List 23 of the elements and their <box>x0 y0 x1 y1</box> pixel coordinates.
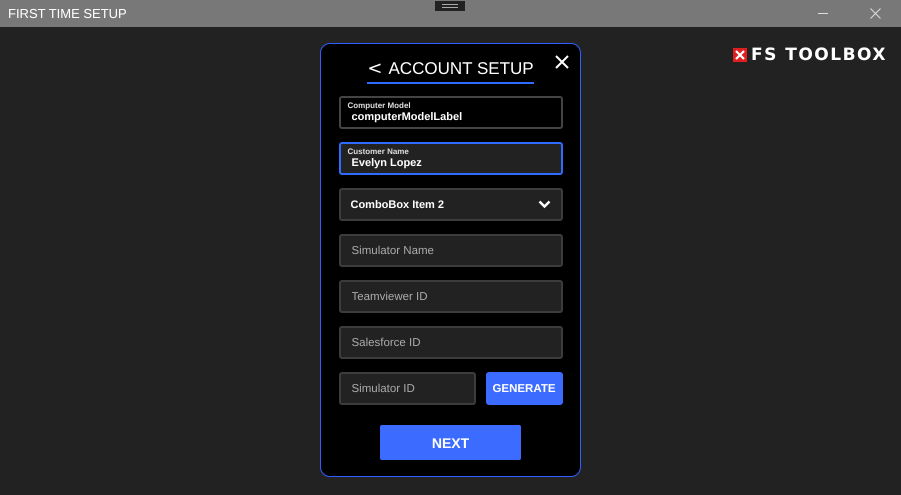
text-field[interactable]: Salesforce ID <box>338 326 562 359</box>
text-field[interactable]: Teamviewer ID <box>338 280 562 313</box>
back-button[interactable]: < <box>367 58 382 79</box>
next-button[interactable]: NEXT <box>380 425 521 460</box>
dropdown[interactable]: ComboBox Item 2 <box>338 188 562 221</box>
chevron-down-icon <box>538 200 550 209</box>
close-icon <box>870 8 880 19</box>
field-label: Customer Name <box>348 147 410 156</box>
dialog-title: ACCOUNT SETUP <box>388 58 534 78</box>
text-field[interactable]: Simulator ID <box>338 372 476 405</box>
drag-handle-icon[interactable] <box>435 1 465 11</box>
text-field[interactable]: Computer Model computerModelLabel <box>338 96 562 129</box>
logo-text: FS TOOLBOX <box>750 45 887 65</box>
close-icon[interactable] <box>554 54 570 70</box>
generate-button[interactable]: GENERATE <box>486 372 562 405</box>
text-field[interactable]: Simulator Name <box>338 234 562 267</box>
dropdown-value: ComboBox Item 2 <box>350 198 444 212</box>
minimize-icon <box>818 12 828 14</box>
field-label: Computer Model <box>348 101 412 110</box>
text-field[interactable]: Customer Name Evelyn Lopez <box>338 142 562 175</box>
field-value: computerModelLabel <box>352 110 464 124</box>
window-title: FIRST TIME SETUP <box>7 6 128 21</box>
field-value: Evelyn Lopez <box>352 156 423 170</box>
